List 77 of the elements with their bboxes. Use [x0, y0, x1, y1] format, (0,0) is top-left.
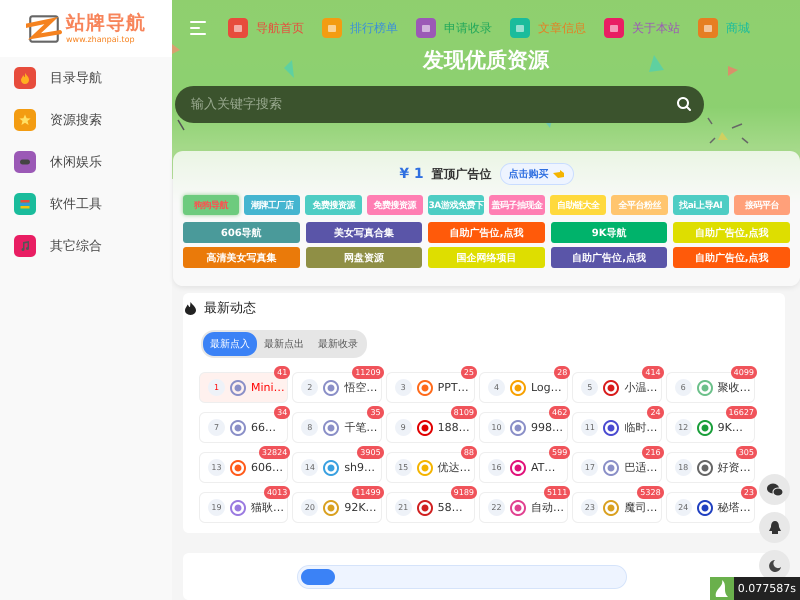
rank-number: 1: [208, 379, 225, 396]
rank-number: 6: [674, 379, 692, 396]
count-badge: 9189: [450, 486, 477, 500]
count-badge: 16627: [726, 406, 757, 420]
count-badge: 3905: [357, 446, 384, 460]
count-badge: 23: [740, 486, 757, 500]
rank-number: 12: [674, 419, 692, 436]
count-badge: 4013: [264, 486, 290, 500]
logo-url: www.zhanpai.top: [66, 36, 136, 44]
count-badge: 4099: [730, 366, 757, 380]
count-badge: 462: [549, 406, 570, 420]
load-time: 0.077587s: [736, 582, 797, 595]
count-badge: 88: [460, 446, 477, 460]
ad-price: ¥ 1: [399, 166, 424, 182]
count-badge: 5111: [544, 486, 570, 500]
rank-number: 23: [581, 499, 598, 516]
search-field[interactable]: 输入关键字搜索: [175, 86, 704, 123]
rank-number: 4: [488, 379, 505, 396]
penguin-button[interactable]: [759, 512, 790, 543]
logo-title: 站牌导航: [66, 14, 146, 32]
rank-number: 9: [394, 419, 412, 436]
count-badge: 24: [647, 406, 664, 420]
hero-title: 发现优质资源: [422, 47, 550, 74]
sidebar-item[interactable]: 其它综合: [14, 235, 172, 257]
rank-number: 15: [394, 459, 412, 476]
flame-icon: [185, 302, 196, 315]
moon-icon: [768, 560, 780, 572]
count-badge: 11499: [352, 486, 384, 500]
count-badge: 599: [549, 446, 570, 460]
ad-link[interactable]: 自助广告位,点我: [550, 247, 668, 268]
count-badge: 11209: [352, 366, 384, 380]
count-badge: 25: [460, 366, 477, 380]
section-title: 最新动态: [204, 300, 256, 318]
chat-bubbles-icon: [766, 482, 782, 496]
rank-number: 17: [581, 459, 598, 476]
rank-number: 20: [301, 499, 318, 516]
rank-number: 19: [208, 499, 225, 516]
rank-number: 10: [488, 419, 505, 436]
count-badge: 34: [274, 406, 290, 420]
rank-number: 22: [488, 499, 505, 516]
count-badge: 35: [367, 406, 384, 420]
tab[interactable]: [301, 569, 335, 586]
rank-number: 18: [674, 459, 692, 476]
penguin-icon: [768, 520, 780, 534]
rank-number: 5: [581, 379, 598, 396]
sidebar-item[interactable]: 目录导航: [14, 67, 172, 89]
rank-number: 3: [394, 379, 412, 396]
count-badge: 305: [736, 446, 757, 460]
rank-number: 16: [488, 459, 505, 476]
sidebar-item[interactable]: 休闲娱乐: [14, 151, 172, 173]
count-badge: 8109: [450, 406, 477, 420]
count-badge: 28: [554, 366, 570, 380]
tab[interactable]: 最新点入: [203, 332, 257, 356]
rank-number: 2: [301, 379, 318, 396]
search-icon[interactable]: [676, 96, 692, 112]
rank-number: 21: [394, 499, 412, 516]
z-logo-icon: [26, 12, 62, 44]
rank-number: 24: [674, 499, 692, 516]
sidebar-item[interactable]: 资源搜索: [14, 109, 172, 131]
rank-number: 14: [301, 459, 318, 476]
rank-number: 11: [581, 419, 598, 436]
tab[interactable]: 最新点出: [257, 332, 311, 356]
tab[interactable]: 最新收录: [311, 332, 365, 356]
count-badge: 216: [642, 446, 664, 460]
count-badge: 41: [274, 366, 290, 380]
ad-link[interactable]: 网盘资源: [306, 247, 422, 268]
rank-number: 13: [208, 459, 225, 476]
rank-number: 7: [208, 419, 225, 436]
count-badge: 414: [642, 366, 664, 380]
sidebar-item[interactable]: 软件工具: [14, 193, 172, 215]
count-badge: 5328: [637, 486, 664, 500]
ad-link[interactable]: 美女写真合集: [306, 222, 422, 244]
rank-number: 8: [301, 419, 318, 436]
count-badge: 32824: [258, 446, 290, 460]
ad-title: 置顶广告位: [432, 166, 492, 183]
ad-link[interactable]: 606导航: [183, 222, 300, 244]
buy-button[interactable]: 点击购买: [500, 163, 574, 186]
